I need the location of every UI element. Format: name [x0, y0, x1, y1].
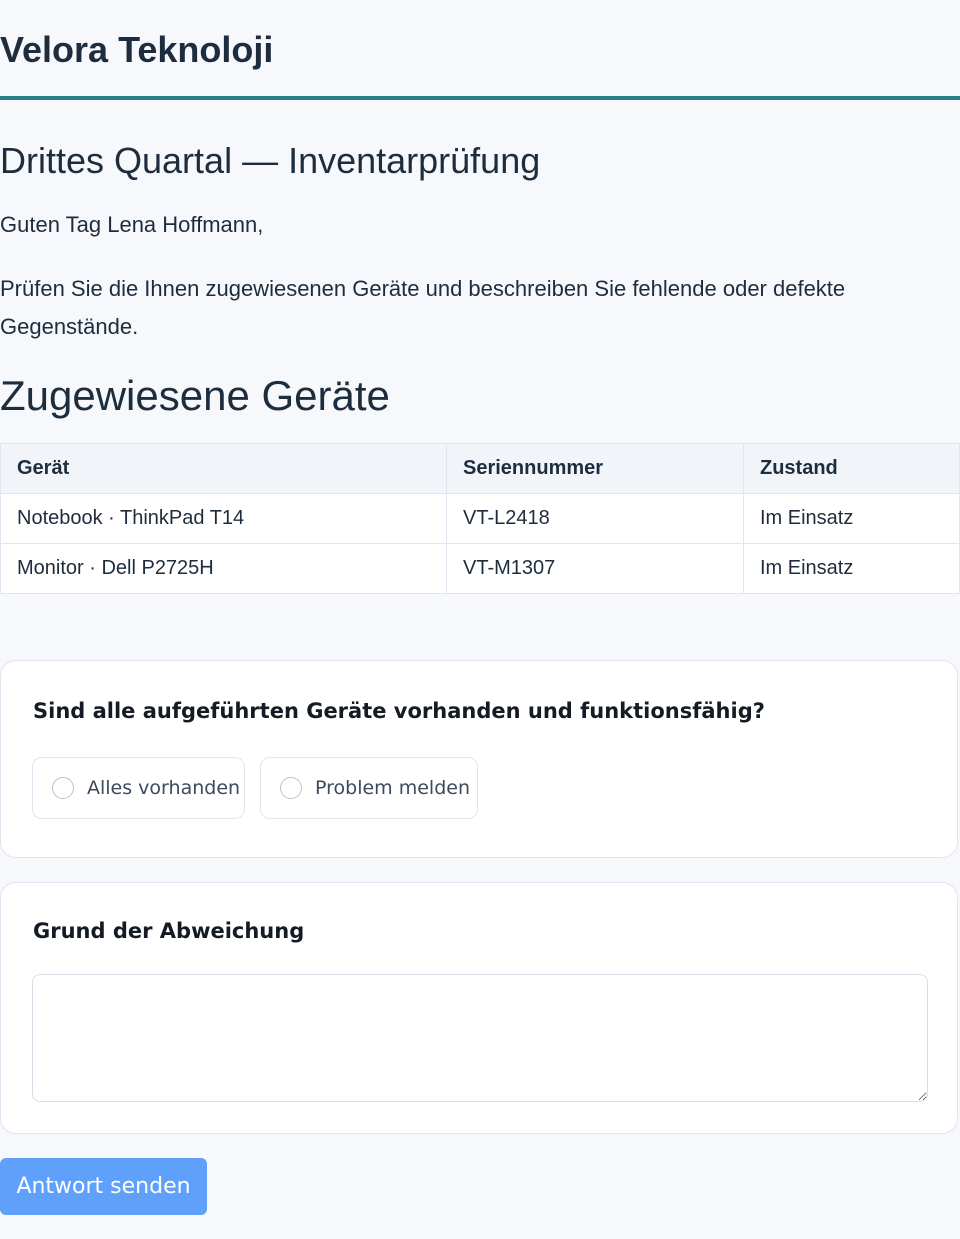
- radio-button-icon[interactable]: [280, 777, 302, 799]
- column-header-device: Gerät: [0, 443, 447, 494]
- table-row: Monitor · Dell P2725H VT-M1307 Im Einsat…: [0, 543, 960, 594]
- question-label: Sind alle aufgeführten Geräte vorhanden …: [33, 699, 765, 723]
- serial-number-cell: VT-L2418: [446, 493, 744, 544]
- serial-number-cell: VT-M1307: [446, 543, 744, 594]
- brand-header: Velora Teknoloji: [0, 0, 960, 100]
- radio-button-icon[interactable]: [52, 777, 74, 799]
- brand-name: Velora Teknoloji: [0, 29, 274, 70]
- survey-title: Drittes Quartal — Inventarprüfung: [0, 140, 541, 181]
- devices-heading: Zugewiesene Geräte: [0, 372, 390, 419]
- instructions-text: Prüfen Sie die Ihnen zugewiesenen Geräte…: [0, 276, 846, 339]
- column-header-status: Zustand: [743, 443, 960, 494]
- status-cell: Im Einsatz: [743, 543, 960, 594]
- table-header-row: Gerät Seriennummer Zustand: [0, 443, 960, 494]
- reason-textarea[interactable]: [32, 974, 928, 1102]
- devices-table: Gerät Seriennummer Zustand Notebook · Th…: [0, 443, 960, 594]
- greeting-text: Guten Tag Lena Hoffmann,: [0, 212, 264, 237]
- status-cell: Im Einsatz: [743, 493, 960, 544]
- question-card: Sind alle aufgeführten Geräte vorhanden …: [0, 660, 958, 858]
- reason-card: Grund der Abweichung: [0, 882, 958, 1134]
- column-header-serial: Seriennummer: [446, 443, 744, 494]
- option-label: Alles vorhanden: [87, 777, 241, 799]
- device-name-cell: Monitor · Dell P2725H: [0, 543, 447, 594]
- option-all-present[interactable]: Alles vorhanden: [32, 757, 245, 819]
- option-report-problem[interactable]: Problem melden: [260, 757, 478, 819]
- reason-label: Grund der Abweichung: [33, 919, 305, 943]
- table-row: Notebook · ThinkPad T14 VT-L2418 Im Eins…: [0, 493, 960, 544]
- option-label: Problem melden: [315, 777, 470, 799]
- device-name-cell: Notebook · ThinkPad T14: [0, 493, 447, 544]
- submit-button[interactable]: Antwort senden: [0, 1158, 207, 1215]
